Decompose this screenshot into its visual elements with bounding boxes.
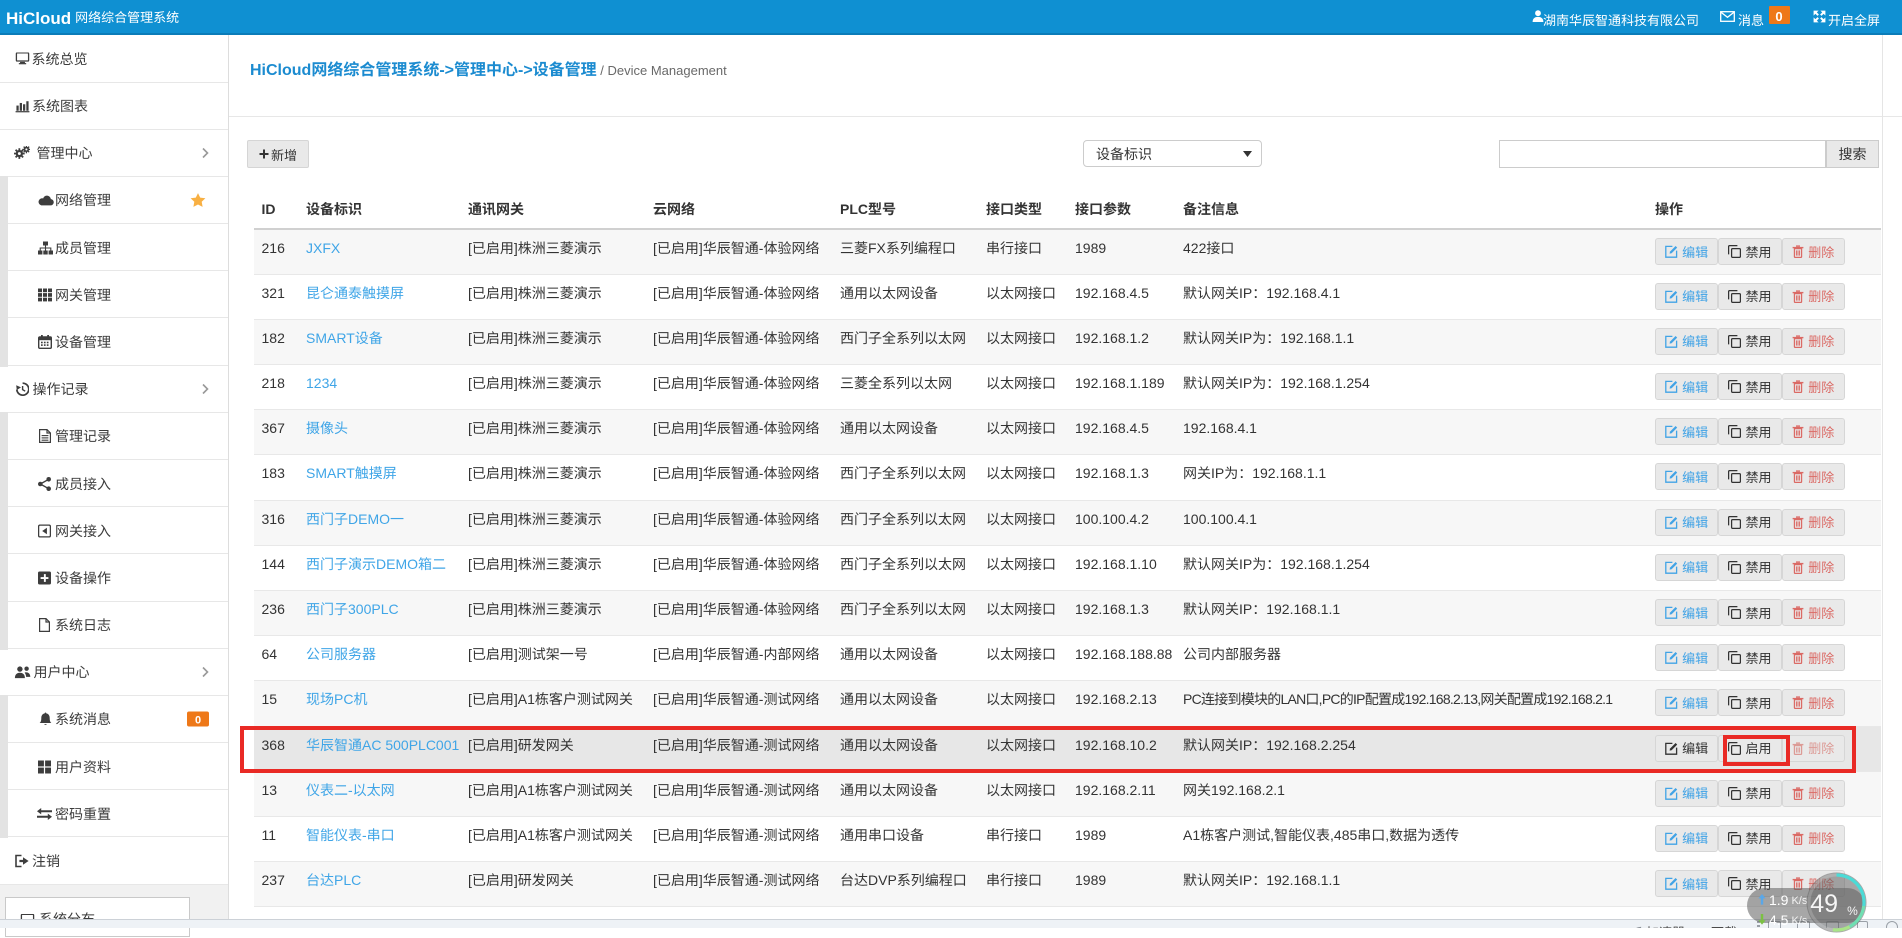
svg-text:%: % xyxy=(1847,904,1858,918)
svg-text:49: 49 xyxy=(1810,890,1838,918)
